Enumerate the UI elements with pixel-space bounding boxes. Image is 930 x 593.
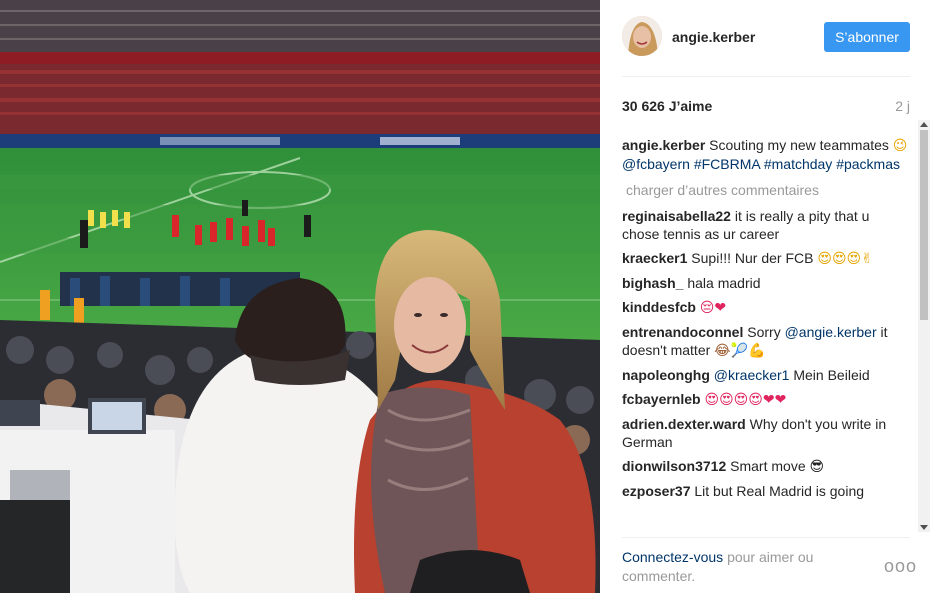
- post-caption: angie.kerber Scouting my new teammates 😉…: [622, 136, 910, 173]
- comment-item: dionwilson3712 Smart move 😎: [622, 457, 910, 476]
- follow-button[interactable]: S’abonner: [824, 22, 910, 52]
- comment-item: adrien.dexter.ward Why don't you write i…: [622, 415, 910, 451]
- comment-author[interactable]: kinddesfcb: [622, 299, 696, 315]
- scroll-down-arrow-icon[interactable]: [920, 525, 928, 530]
- comment-mention[interactable]: @kraecker1: [714, 367, 790, 383]
- comment-author[interactable]: reginaisabella22: [622, 208, 731, 224]
- comment-text: Lit but Real Madrid is going: [694, 483, 865, 499]
- comment-item: ezposer37 Lit but Real Madrid is going: [622, 482, 910, 500]
- comment-text: Mein Beileid: [793, 367, 870, 383]
- scroll-up-arrow-icon[interactable]: [920, 122, 928, 127]
- comment-text: hala madrid: [687, 275, 761, 291]
- post-header: angie.kerber S’abonner: [600, 0, 930, 76]
- comments-list[interactable]: angie.kerber Scouting my new teammates 😉…: [622, 136, 910, 528]
- post-author-username[interactable]: angie.kerber: [672, 29, 755, 45]
- comment-item: kraecker1 Supi!!! Nur der FCB 😍😍😍✌: [622, 249, 910, 268]
- comment-author[interactable]: entrenandoconnel: [622, 324, 743, 340]
- laugh-tennis-muscle-emoji-icon: 😂🎾💪: [714, 343, 766, 359]
- profile-picture-icon: [622, 16, 662, 56]
- comment-author[interactable]: kraecker1: [622, 250, 687, 266]
- post-sidebar: angie.kerber S’abonner 30 626 J’aime 2 j…: [600, 0, 930, 593]
- comment-author[interactable]: fcbayernleb: [622, 391, 701, 407]
- sunglasses-emoji-icon: 😎: [809, 459, 825, 475]
- comment-item: reginaisabella22 it is really a pity tha…: [622, 207, 910, 243]
- post-photo: [0, 0, 600, 593]
- comments-scrollbar[interactable]: [918, 120, 930, 532]
- comment-item: entrenandoconnel Sorry @angie.kerber it …: [622, 323, 910, 360]
- comment-text: Sorry: [747, 324, 781, 340]
- comment-item: napoleonghg @kraecker1 Mein Beileid: [622, 366, 910, 384]
- comment-mention[interactable]: @angie.kerber: [785, 324, 877, 340]
- scrollbar-thumb[interactable]: [920, 130, 928, 320]
- avatar[interactable]: [622, 16, 662, 56]
- comment-text: Smart move: [730, 458, 806, 474]
- heart-eyes-hearts-emoji-icon: 😍😍😍😍❤❤: [704, 392, 787, 408]
- more-options-icon[interactable]: ooo: [884, 556, 917, 577]
- login-link[interactable]: Connectez-vous: [622, 549, 723, 565]
- caption-text: Scouting my new teammates: [709, 137, 889, 153]
- comment-author[interactable]: ezposer37: [622, 483, 690, 499]
- comment-author[interactable]: bighash_: [622, 275, 683, 291]
- load-more-comments-link[interactable]: charger d’autres commentaires: [626, 181, 910, 199]
- login-prompt: Connectez-vous pour aimer ou commenter.: [622, 548, 862, 586]
- caption-mention[interactable]: @fcbayern: [622, 156, 690, 172]
- comment-item: bighash_ hala madrid: [622, 274, 910, 292]
- hashtag-link[interactable]: #matchday: [764, 156, 832, 172]
- hashtag-link[interactable]: #packmas: [836, 156, 900, 172]
- footer-divider: [622, 537, 910, 538]
- comment-author[interactable]: adrien.dexter.ward: [622, 416, 746, 432]
- heart-eyes-emoji-icon: 😍😍😍✌: [817, 251, 873, 267]
- post-timestamp[interactable]: 2 j: [895, 98, 910, 114]
- caption-author[interactable]: angie.kerber: [622, 137, 705, 153]
- wink-emoji-icon: 😉: [892, 138, 908, 154]
- sad-heart-emoji-icon: 😔❤: [699, 300, 727, 316]
- comment-author[interactable]: napoleonghg: [622, 367, 710, 383]
- likes-count[interactable]: 30 626 J’aime: [622, 98, 712, 114]
- hashtag-link[interactable]: #FCBRMA: [694, 156, 760, 172]
- header-divider: [622, 76, 910, 77]
- stadium-photo-image: [0, 0, 600, 593]
- comment-text: Supi!!! Nur der FCB: [691, 250, 814, 266]
- comment-author[interactable]: dionwilson3712: [622, 458, 726, 474]
- comment-item: kinddesfcb 😔❤: [622, 298, 910, 317]
- comment-item: fcbayernleb 😍😍😍😍❤❤: [622, 390, 910, 409]
